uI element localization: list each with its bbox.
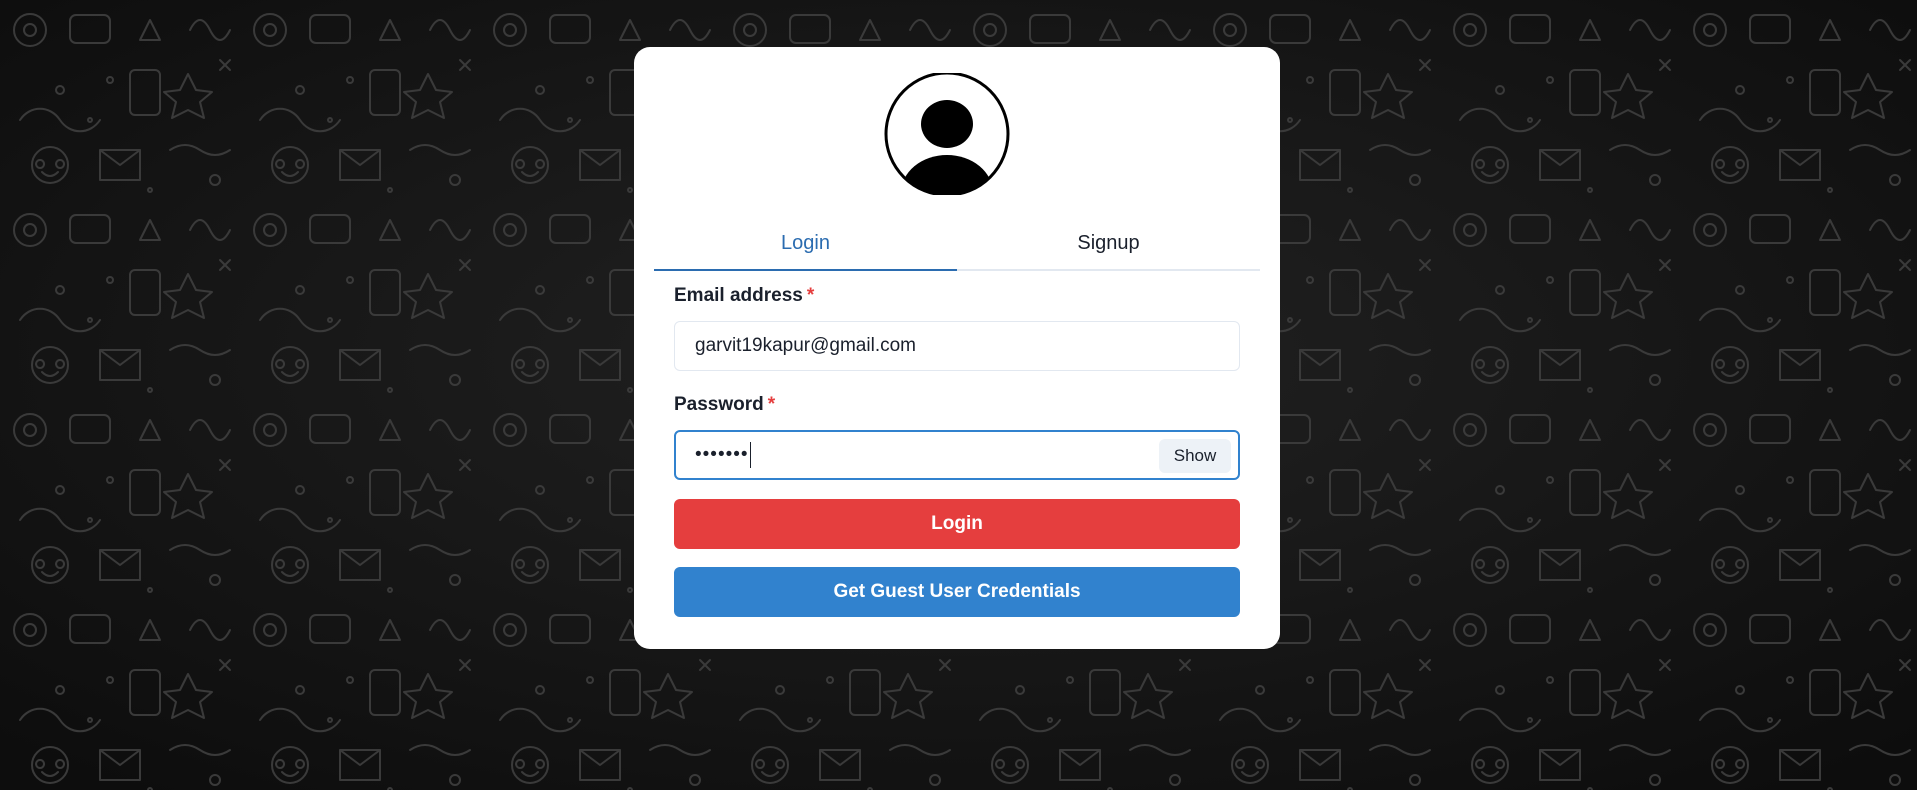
- required-mark: *: [767, 394, 776, 415]
- login-button[interactable]: Login: [674, 499, 1240, 549]
- required-mark: *: [806, 285, 815, 306]
- auth-tabs: Login Signup: [654, 217, 1260, 271]
- email-field[interactable]: garvit19kapur@gmail.com: [674, 321, 1240, 371]
- password-value: •••••••: [695, 444, 749, 465]
- email-label: Email address *: [674, 285, 814, 307]
- password-field[interactable]: ••••••• Show: [674, 430, 1240, 480]
- email-value: garvit19kapur@gmail.com: [695, 335, 916, 356]
- login-card: Login Signup Email address * garvit19kapu…: [634, 47, 1280, 649]
- password-label: Password *: [674, 394, 775, 416]
- password-label-text: Password: [674, 394, 764, 415]
- guest-credentials-button[interactable]: Get Guest User Credentials: [674, 567, 1240, 617]
- email-label-text: Email address: [674, 285, 803, 306]
- avatar: [882, 71, 1012, 197]
- text-caret: [749, 442, 752, 468]
- user-avatar-icon: [884, 71, 1010, 197]
- tab-signup[interactable]: Signup: [957, 217, 1260, 269]
- show-password-button[interactable]: Show: [1159, 439, 1231, 473]
- tab-login[interactable]: Login: [654, 217, 957, 271]
